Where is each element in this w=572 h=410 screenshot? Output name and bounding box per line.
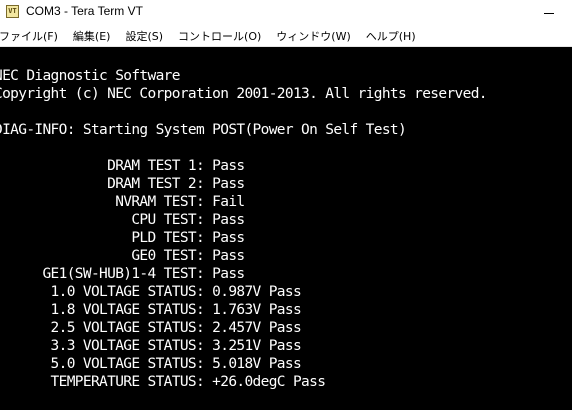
terminal-line: PLD TEST: Pass bbox=[0, 230, 245, 246]
terminal-line: DRAM TEST 2: Pass bbox=[0, 176, 245, 192]
terminal-line: GE0 TEST: Pass bbox=[0, 248, 245, 264]
terminal-line: DIAG-INFO: Starting System POST(Power On… bbox=[0, 122, 407, 138]
minimize-button[interactable] bbox=[526, 0, 572, 24]
terminal-line: Copyright (c) NEC Corporation 2001-2013.… bbox=[0, 86, 488, 102]
menu-control[interactable]: コントロール(O) bbox=[178, 28, 261, 44]
terminal-line: 2.5 VOLTAGE STATUS: 2.457V Pass bbox=[0, 320, 302, 336]
terminal-line: 3.3 VOLTAGE STATUS: 3.251V Pass bbox=[0, 338, 302, 354]
terminal-line: 1.8 VOLTAGE STATUS: 1.763V Pass bbox=[0, 302, 302, 318]
terminal-line: NEC Diagnostic Software bbox=[0, 68, 180, 84]
terminal-line: CPU TEST: Pass bbox=[0, 212, 245, 228]
menu-window[interactable]: ウィンドウ(W) bbox=[276, 28, 350, 44]
terminal-line: 1.0 VOLTAGE STATUS: 0.987V Pass bbox=[0, 284, 302, 300]
menu-file[interactable]: ファイル(F) bbox=[0, 28, 58, 44]
terminal-line: 5.0 VOLTAGE STATUS: 5.018V Pass bbox=[0, 356, 302, 372]
window-title: COM3 - Tera Term VT bbox=[26, 4, 143, 18]
menu-help[interactable]: ヘルプ(H) bbox=[366, 28, 416, 44]
terminal-line: NVRAM TEST: Fail bbox=[0, 194, 245, 210]
tera-term-app-icon[interactable]: VT bbox=[6, 5, 19, 18]
terminal-line: GE1(SW-HUB)1-4 TEST: Pass bbox=[0, 266, 245, 282]
menu-bar: ファイル(F) 編集(E) 設定(S) コントロール(O) ウィンドウ(W) ヘ… bbox=[0, 26, 572, 47]
terminal-screen[interactable]: NEC Diagnostic Software Copyright (c) NE… bbox=[0, 47, 572, 410]
menu-setup[interactable]: 設定(S) bbox=[125, 28, 163, 44]
terminal-line: TEMPERATURE STATUS: +26.0degC Pass bbox=[0, 374, 326, 390]
title-bar[interactable]: VT COM3 - Tera Term VT bbox=[0, 0, 572, 24]
terminal-line: DRAM TEST 1: Pass bbox=[0, 158, 245, 174]
menu-edit[interactable]: 編集(E) bbox=[73, 28, 111, 44]
